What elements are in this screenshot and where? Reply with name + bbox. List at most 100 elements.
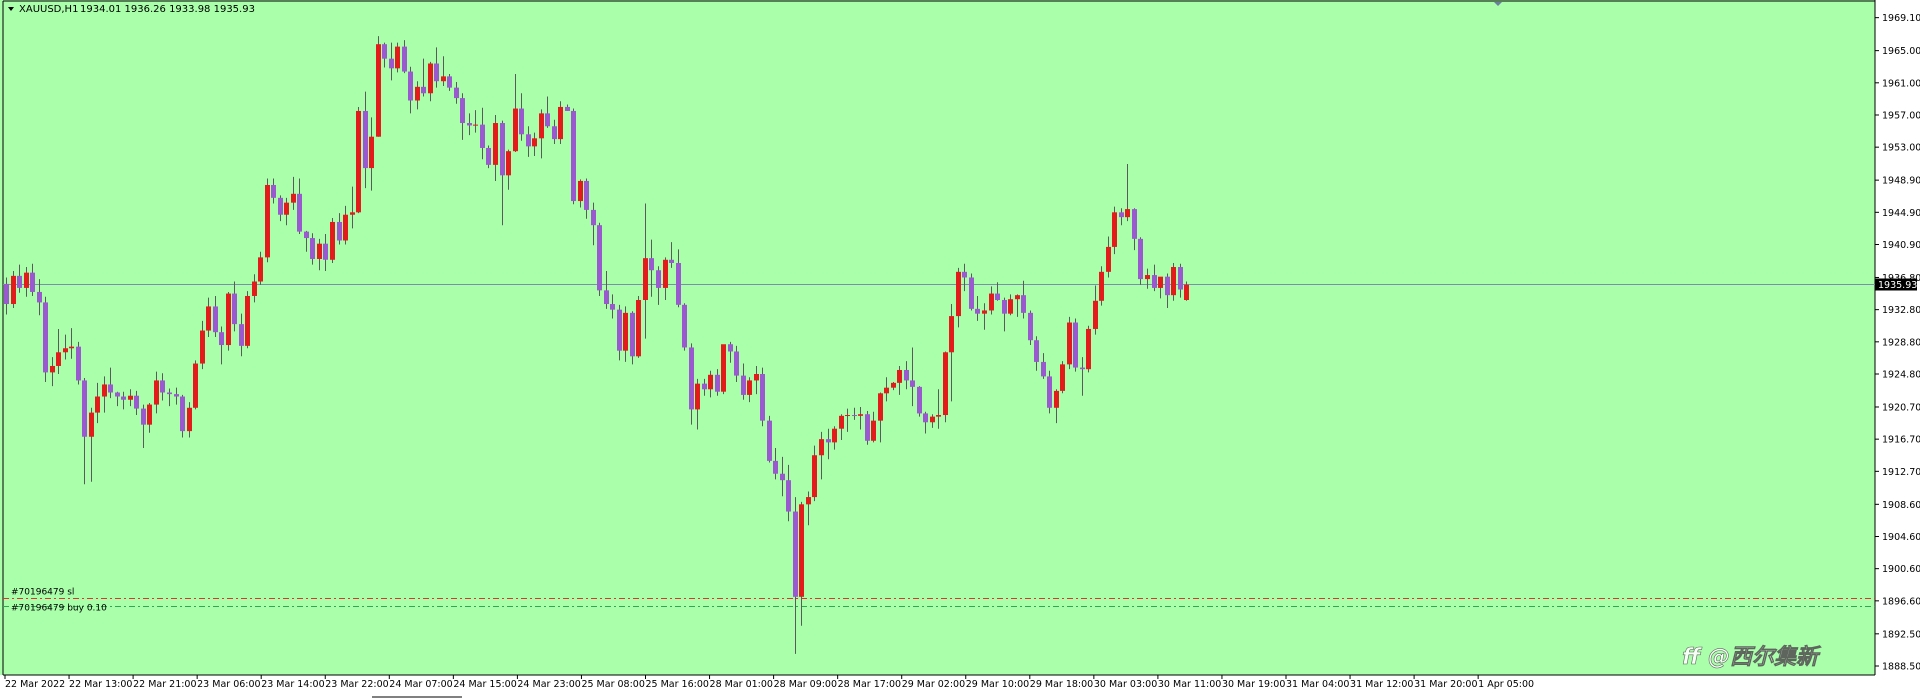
bull-candle-body [24,272,29,288]
bull-candle-body [1008,299,1013,314]
symbol-label: XAUUSD,H1 [19,4,78,15]
candle [395,42,400,73]
bear-candle-body [597,225,602,291]
bull-candle-body [317,243,322,259]
bear-candle-body [995,293,1000,300]
candle [486,145,491,169]
candle [721,344,726,395]
bear-candle-body [1165,276,1170,296]
bear-candle-body [4,283,9,305]
bear-candle-body [174,394,179,397]
candle [1086,325,1091,373]
bull-candle-body [473,124,478,126]
bull-candle-body [1125,209,1130,218]
bear-candle-body [734,351,739,376]
bull-candle-body [56,352,61,366]
bear-candle-body [271,184,276,198]
price-tick-label: 1953.00 [1882,143,1920,154]
bull-candle-body [1093,300,1098,329]
bear-candle-body [767,420,772,461]
candle [43,296,48,383]
bull-candle-body [89,412,94,437]
bear-candle-body [30,272,35,292]
bear-candle-body [167,392,172,395]
bull-candle-body [943,352,948,416]
bear-candle-body [591,209,596,226]
bear-candle-body [323,243,328,260]
time-tick-label: 24 Mar 23:00 [517,679,580,690]
bear-candle-body [460,98,465,124]
bull-candle-body [252,281,257,296]
candle [1047,370,1052,414]
bear-candle-body [617,309,622,351]
bear-candle-body [108,384,113,393]
bull-candle-body [956,271,961,317]
bull-candle-body [291,193,296,203]
bear-candle-body [526,134,531,147]
bear-candle-body [141,408,146,425]
bull-candle-body [1184,284,1189,300]
bull-candle-body [845,415,850,417]
time-tick-label: 29 Mar 02:00 [902,679,965,690]
bull-candle-body [376,44,381,137]
price-tick-label: 1912.70 [1882,467,1920,478]
bull-candle-body [839,415,844,429]
bull-candle-body [721,344,726,392]
price-tick-label: 1904.60 [1882,532,1920,543]
chart-header: XAUUSD,H1 1934.01 1936.26 1933.98 1935.9… [8,4,255,15]
bear-candle-body [447,76,452,88]
time-tick-label: 23 Mar 06:00 [197,679,260,690]
price-tick-label: 1916.70 [1882,435,1920,446]
bear-candle-body [1178,267,1183,290]
bear-candle-body [584,180,589,210]
bull-candle-body [663,259,668,288]
bull-candle-body [930,416,935,423]
candle [1067,316,1072,370]
price-tick-label: 1896.60 [1882,596,1920,607]
bull-candle-body [1067,322,1072,365]
time-tick-label: 22 Mar 2022 [5,679,65,690]
price-tick-label: 1944.90 [1882,208,1920,219]
price-chart[interactable]: #70196479 sl#70196479 buy 0.10 1969.1019… [0,0,1920,698]
time-tick-label: 29 Mar 10:00 [966,679,1029,690]
bear-candle-body [1119,212,1124,218]
bull-candle-body [1112,212,1117,247]
price-axis: 1969.10 1965.00 1961.00 1957.00 1953.00 1948.… [1875,13,1920,673]
bear-candle-body [408,71,413,101]
price-tick-label: 1932.80 [1882,305,1920,316]
bull-candle-body [330,221,335,260]
bull-candle-body [643,258,648,300]
bear-candle-body [917,386,922,414]
bear-candle-body [610,304,615,310]
time-tick-label: 22 Mar 21:00 [133,679,196,690]
bear-candle-body [17,275,22,288]
candle [682,303,687,351]
time-tick-label: 29 Mar 18:00 [1030,679,1093,690]
bull-candle-body [245,295,250,346]
bull-candle-body [1099,271,1104,301]
bear-candle-body [852,415,857,417]
time-tick-label: 28 Mar 01:00 [710,679,773,690]
bull-candle-body [350,212,355,215]
watermark: ff @西尔集新 [1682,644,1822,670]
bull-candle-body [258,257,263,282]
price-tick-label: 1928.80 [1882,337,1920,348]
bear-candle-body [467,123,472,126]
bear-candle-body [134,395,139,409]
bull-candle-body [206,306,211,331]
bear-candle-body [421,86,426,94]
bull-candle-body [982,310,987,314]
bull-candle-body [1086,328,1091,370]
bull-candle-body [532,138,537,147]
bull-candle-body [128,395,133,400]
bull-candle-body [884,387,889,394]
bull-candle-body [284,202,289,215]
bear-candle-body [656,270,661,288]
bear-candle-body [402,46,407,72]
bear-candle-body [545,113,550,127]
bull-candle-body [754,374,759,381]
candle [1171,262,1176,301]
bear-candle-body [649,258,654,271]
bull-candle-body [415,86,420,101]
bear-candle-body [434,63,439,82]
